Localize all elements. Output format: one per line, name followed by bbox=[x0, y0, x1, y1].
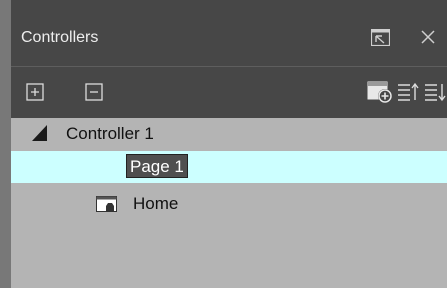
controller-tree: Controller 1 Page 1 Home bbox=[11, 118, 447, 288]
popout-icon[interactable] bbox=[370, 28, 391, 47]
tree-row-home[interactable]: Home bbox=[11, 188, 447, 220]
expanded-triangle-icon[interactable] bbox=[32, 125, 48, 146]
page-name-input[interactable]: Page 1 bbox=[126, 154, 188, 178]
page-icon bbox=[96, 196, 117, 217]
controller-label: Controller 1 bbox=[66, 124, 154, 143]
list-up-icon[interactable] bbox=[397, 82, 419, 107]
close-icon[interactable] bbox=[421, 30, 435, 44]
home-label: Home bbox=[133, 194, 179, 213]
list-down-icon[interactable] bbox=[424, 82, 446, 107]
panel-title: Controllers bbox=[21, 29, 99, 46]
toolbar bbox=[11, 67, 447, 118]
controllers-panel: Controllers Controller 1 Page 1 Home bbox=[11, 0, 447, 288]
tree-row-page-selected[interactable]: Page 1 bbox=[11, 151, 447, 183]
tree-row-controller[interactable]: Controller 1 bbox=[11, 118, 447, 150]
left-strip bbox=[0, 0, 11, 288]
minus-box-icon[interactable] bbox=[85, 83, 103, 106]
panel-header: Controllers bbox=[11, 0, 447, 70]
add-page-icon[interactable] bbox=[367, 80, 393, 109]
plus-box-icon[interactable] bbox=[26, 83, 44, 106]
